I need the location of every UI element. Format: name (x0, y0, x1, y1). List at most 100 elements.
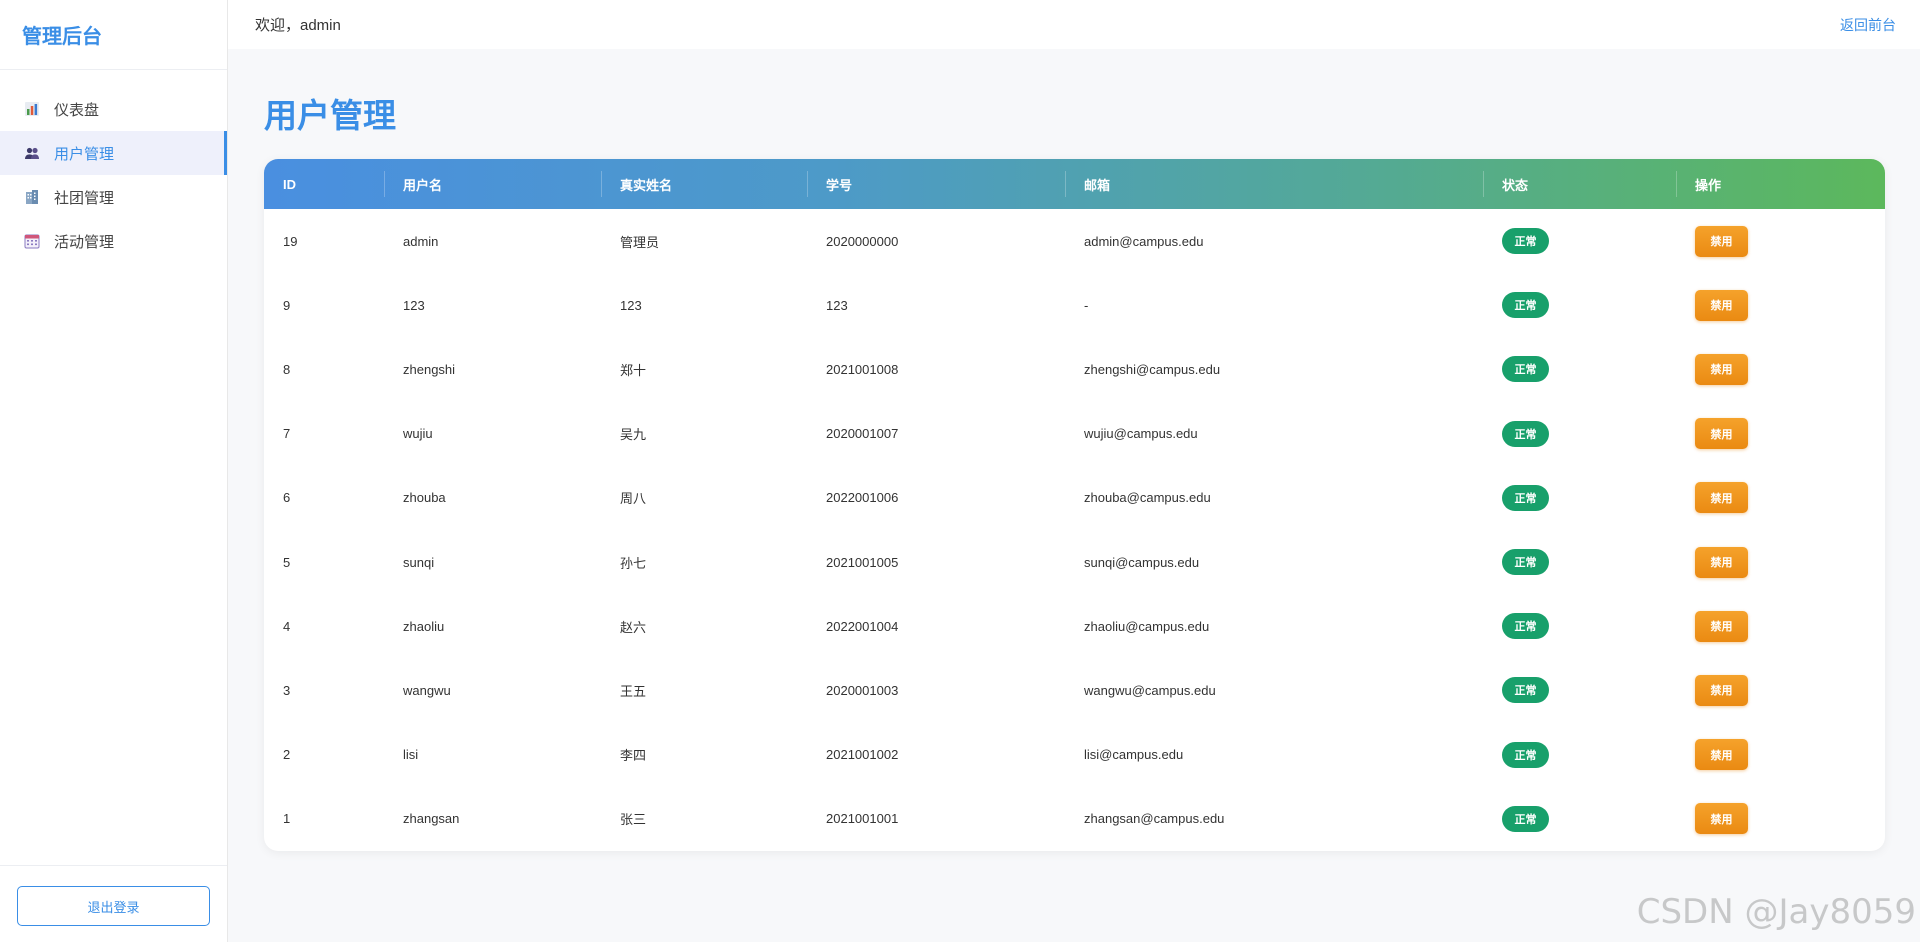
cell-real-name: 123 (620, 297, 642, 313)
cell-real-name: 吴九 (620, 427, 647, 443)
cell-status: 正常 (1483, 273, 1676, 337)
disable-user-button[interactable]: 禁用 (1695, 482, 1748, 514)
cell-id: 9 (283, 297, 291, 313)
brand-title[interactable]: 管理后台 (0, 0, 227, 70)
cell-id: 19 (283, 233, 298, 249)
cell-email: - (1084, 297, 1089, 313)
cell-status: 正常 (1483, 530, 1676, 594)
disable-user-button[interactable]: 禁用 (1695, 674, 1748, 706)
cell-status: 正常 (1483, 337, 1676, 401)
disable-user-button[interactable]: 禁用 (1695, 418, 1748, 450)
cell-id: 3 (283, 682, 291, 698)
sidebar-item-label: 社团管理 (54, 189, 115, 207)
cell-status: 正常 (1483, 723, 1676, 787)
status-badge: 正常 (1502, 549, 1549, 576)
cell-username: admin (403, 233, 439, 249)
cell-action: 禁用 (1676, 594, 1885, 658)
cell-email: wujiu@campus.edu (1084, 426, 1198, 442)
cell-action: 禁用 (1676, 787, 1885, 851)
cell-real-name: 张三 (620, 812, 647, 828)
cell-username: wujiu (403, 426, 433, 442)
cell-id: 7 (283, 426, 291, 442)
cell-email: admin@campus.edu (1084, 233, 1204, 249)
cell-real-name: 王五 (620, 683, 647, 699)
cell-username: 123 (403, 297, 425, 313)
sidebar-item-dashboard[interactable]: 仪表盘 (0, 87, 227, 131)
cell-action: 禁用 (1676, 337, 1885, 401)
column-header-id: ID (283, 176, 296, 192)
cell-action: 禁用 (1676, 723, 1885, 787)
cell-email: zhengshi@campus.edu (1084, 361, 1221, 377)
cell-email: zhouba@campus.edu (1084, 490, 1211, 506)
cell-action: 禁用 (1676, 402, 1885, 466)
status-badge: 正常 (1502, 356, 1549, 383)
disable-user-button[interactable]: 禁用 (1695, 225, 1748, 257)
disable-user-button[interactable]: 禁用 (1695, 739, 1748, 771)
column-header-email: 邮箱 (1065, 159, 1483, 209)
table-row: 8 zhengshi 郑十 2021001008 zhengshi@campus.edu… (264, 337, 1885, 401)
cell-status: 正常 (1483, 402, 1676, 466)
cell-action: 禁用 (1676, 273, 1885, 337)
cell-action: 禁用 (1676, 530, 1885, 594)
cell-username: sunqi (403, 554, 435, 570)
sidebar-item-label: 活动管理 (54, 233, 115, 251)
status-badge: 正常 (1502, 228, 1549, 255)
cell-status: 正常 (1483, 658, 1676, 722)
sidebar: 管理后台 仪表盘 用户管理 社团管理 活动管理 退出登录 (0, 0, 228, 942)
cell-student-no: 2020000000 (826, 233, 899, 249)
cell-id: 1 (283, 811, 291, 827)
cell-real-name: 郑十 (620, 362, 647, 378)
cell-real-name: 李四 (620, 748, 647, 764)
cell-email: lisi@campus.edu (1084, 747, 1184, 763)
top-header: 欢迎，admin 返回前台 (228, 0, 1920, 49)
sidebar-item-events[interactable]: 活动管理 (0, 219, 227, 263)
cell-action: 禁用 (1676, 658, 1885, 722)
status-badge: 正常 (1502, 741, 1549, 768)
disable-user-button[interactable]: 禁用 (1695, 353, 1748, 385)
disable-user-button[interactable]: 禁用 (1695, 803, 1748, 835)
table-row: 19 admin 管理员 2020000000 admin@campus.edu 正常 禁用 (264, 209, 1885, 273)
logout-button[interactable]: 退出登录 (17, 886, 210, 926)
sidebar-item-users[interactable]: 用户管理 (0, 131, 227, 175)
cell-real-name: 赵六 (620, 619, 647, 635)
table-row: 3 wangwu 王五 2020001003 wangwu@campus.edu 正常 禁用 (264, 658, 1885, 722)
cell-real-name: 周八 (620, 491, 647, 507)
user-table-card: ID 用户名 真实姓名 学号 邮箱 状态 操作 19 admin 管理员 202000… (264, 159, 1885, 851)
page-title: 用户管理 (264, 97, 396, 134)
cell-username: lisi (403, 747, 419, 763)
user-table: ID 用户名 真实姓名 学号 邮箱 状态 操作 19 admin 管理员 202000… (264, 159, 1885, 851)
cell-email: zhangsan@campus.edu (1084, 811, 1225, 827)
cell-student-no: 2020001003 (826, 682, 899, 698)
status-badge: 正常 (1502, 420, 1549, 447)
cell-student-no: 123 (826, 297, 848, 313)
cell-id: 2 (283, 747, 291, 763)
status-badge: 正常 (1502, 613, 1549, 640)
back-to-frontend-link[interactable]: 返回前台 (1840, 15, 1896, 35)
table-row: 6 zhouba 周八 2022001006 zhouba@campus.edu 正常 禁用 (264, 466, 1885, 530)
cell-student-no: 2021001001 (826, 811, 899, 827)
sidebar-item-clubs[interactable]: 社团管理 (0, 175, 227, 219)
disable-user-button[interactable]: 禁用 (1695, 546, 1748, 578)
cell-real-name: 管理员 (620, 234, 660, 250)
cell-student-no: 2020001007 (826, 426, 899, 442)
users-icon (24, 145, 40, 161)
cell-student-no: 2021001002 (826, 747, 899, 763)
cell-email: zhaoliu@campus.edu (1084, 618, 1210, 634)
disable-user-button[interactable]: 禁用 (1695, 610, 1748, 642)
cell-action: 禁用 (1676, 209, 1885, 273)
cell-id: 8 (283, 361, 291, 377)
cell-username: zhouba (403, 490, 446, 506)
disable-user-button[interactable]: 禁用 (1695, 289, 1748, 321)
cell-id: 4 (283, 618, 291, 634)
column-header-action: 操作 (1676, 159, 1885, 209)
column-header-status: 状态 (1483, 159, 1676, 209)
table-row: 9 123 123 123 - 正常 禁用 (264, 273, 1885, 337)
cell-username: wangwu (403, 682, 451, 698)
table-row: 1 zhangsan 张三 2021001001 zhangsan@campus.edu… (264, 787, 1885, 851)
table-row: 5 sunqi 孙七 2021001005 sunqi@campus.edu 正常 禁用 (264, 530, 1885, 594)
cell-student-no: 2021001005 (826, 554, 899, 570)
cell-status: 正常 (1483, 594, 1676, 658)
table-body: 19 admin 管理员 2020000000 admin@campus.edu 正常 禁用… (264, 209, 1885, 851)
cell-status: 正常 (1483, 466, 1676, 530)
cell-status: 正常 (1483, 209, 1676, 273)
